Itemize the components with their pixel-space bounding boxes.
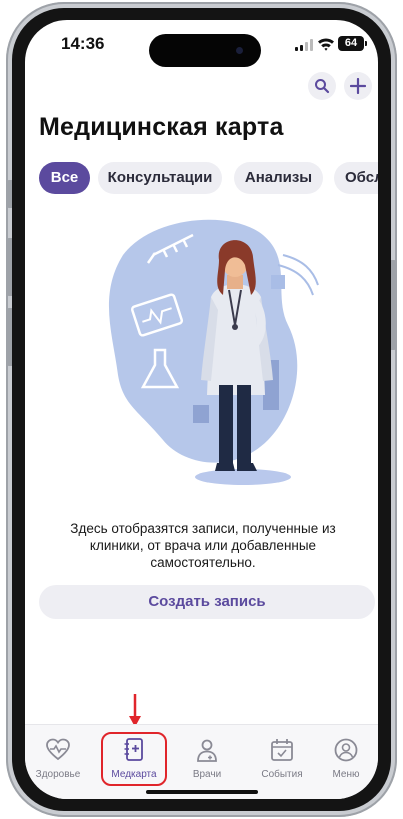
- nav-doctors[interactable]: Врачи: [175, 731, 239, 787]
- power-button: [391, 260, 397, 350]
- down-arrow-annotation: [129, 694, 141, 727]
- nav-menu[interactable]: Меню: [314, 731, 378, 787]
- heart-pulse-icon: [46, 738, 70, 761]
- nav-events-label: События: [261, 769, 303, 780]
- status-time: 14:36: [61, 34, 105, 53]
- wifi-icon: [318, 38, 334, 51]
- create-record-button[interactable]: Создать запись: [39, 585, 375, 619]
- calendar-icon: [271, 739, 293, 761]
- nav-doctors-label: Врачи: [192, 769, 222, 780]
- tab-consultations[interactable]: Консультации: [98, 162, 222, 194]
- tab-examinations[interactable]: Обсле: [334, 162, 378, 194]
- nav-events[interactable]: События: [250, 731, 314, 787]
- bottom-navigation: Здоровье Медкарта Врачи События Меню: [25, 724, 378, 799]
- page-title: Медицинская карта: [39, 113, 284, 141]
- battery-indicator: 64: [338, 36, 364, 51]
- tab-analyses[interactable]: Анализы: [234, 162, 323, 194]
- dynamic-island: [149, 34, 261, 67]
- plus-icon: [350, 78, 366, 94]
- doctor-illustration: [108, 219, 319, 485]
- battery-tip: [365, 41, 367, 46]
- nav-menu-label: Меню: [332, 769, 360, 780]
- doctor-icon: [197, 739, 217, 762]
- tab-all[interactable]: Все: [39, 162, 90, 194]
- add-button[interactable]: [344, 72, 372, 100]
- status-bar: 14:36 64: [25, 20, 378, 68]
- app-screen: 14:36 64 Медицинская карта Все Консульта…: [25, 20, 378, 799]
- medcard-highlight-annotation: [101, 732, 167, 786]
- signal-icon: [295, 39, 315, 51]
- search-button[interactable]: [308, 72, 336, 100]
- nav-health[interactable]: Здоровье: [26, 731, 90, 787]
- search-icon: [315, 79, 330, 94]
- nav-health-label: Здоровье: [35, 769, 81, 780]
- home-indicator[interactable]: [146, 790, 258, 794]
- empty-state-text: Здесь отобразятся записи, полученные из …: [70, 521, 336, 570]
- profile-icon: [334, 738, 358, 762]
